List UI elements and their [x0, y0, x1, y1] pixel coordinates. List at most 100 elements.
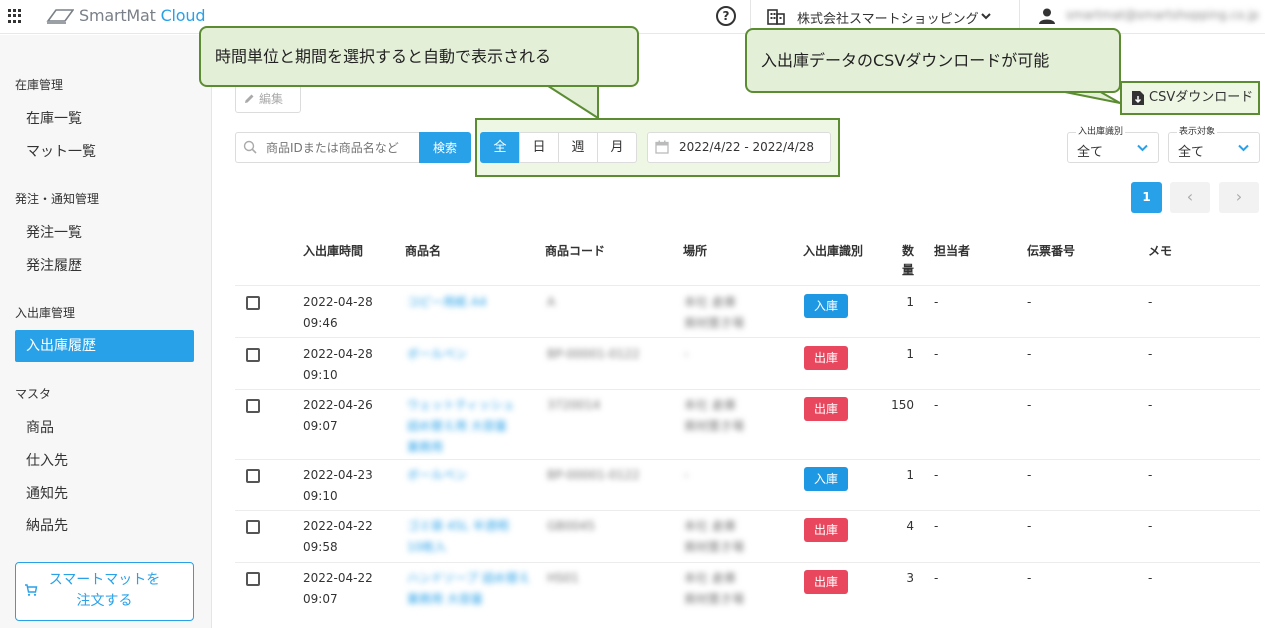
row-product-name[interactable]: コピー用紙 A4: [407, 292, 487, 313]
col-header-qty[interactable]: 数量: [902, 242, 914, 280]
col-header-name[interactable]: 商品名: [405, 242, 441, 259]
row-checkbox[interactable]: [246, 520, 260, 534]
order-button-line2: 注文する: [76, 593, 133, 609]
row-product-name[interactable]: ボールペン: [407, 465, 467, 486]
row-slip: -: [1027, 347, 1032, 361]
csv-download-button[interactable]: CSVダウンロード: [1120, 81, 1260, 115]
table-divider: [235, 510, 1260, 511]
calendar-icon: [655, 140, 669, 154]
row-datetime: 2022-04-28 09:46: [303, 295, 373, 330]
pager-next-button[interactable]: ›: [1219, 182, 1259, 213]
col-header-memo[interactable]: メモ: [1148, 242, 1172, 259]
row-slip: -: [1027, 295, 1032, 309]
row-type-badge: 出庫: [804, 518, 848, 542]
row-place: -: [684, 468, 689, 482]
sidebar-item-products[interactable]: 商品: [26, 417, 54, 437]
user-icon[interactable]: [1038, 7, 1056, 25]
display-target-label: 表示対象: [1177, 126, 1218, 138]
stock-type-label: 入出庫識別: [1076, 126, 1126, 138]
sidebar-item-stock-io-history[interactable]: 入出庫履歴: [15, 330, 194, 362]
search-button[interactable]: 検索: [419, 132, 471, 163]
sidebar-item-notify-targets[interactable]: 通知先: [26, 483, 68, 503]
sidebar-section-inventory: 在庫管理: [15, 78, 64, 92]
sidebar-item-mat-list[interactable]: マット一覧: [26, 141, 96, 161]
row-checkbox[interactable]: [246, 296, 260, 310]
order-smartmat-button[interactable]: スマートマットを 注文する: [15, 562, 194, 621]
company-selector[interactable]: 株式会社スマートショッピング: [797, 8, 979, 27]
edit-button[interactable]: 編集: [235, 85, 301, 113]
pager-page-1[interactable]: 1: [1131, 182, 1162, 213]
row-datetime: 2022-04-22 09:58: [303, 519, 373, 554]
row-memo: -: [1148, 295, 1153, 309]
sidebar-item-inventory-list[interactable]: 在庫一覧: [26, 108, 82, 128]
csv-download-label: CSVダウンロード: [1149, 90, 1254, 105]
row-product-name[interactable]: ハンドソープ 詰め替え 業務用 大容量: [407, 568, 530, 610]
table-divider: [235, 389, 1260, 390]
row-place: 本社 倉庫 資材置き場: [684, 519, 745, 554]
col-header-type[interactable]: 入出庫識別: [803, 242, 863, 259]
order-button-line1: スマートマットを: [48, 572, 161, 588]
pager-prev-button[interactable]: ‹: [1170, 182, 1210, 213]
row-place: 本社 倉庫 資材置き場: [684, 398, 745, 433]
col-header-place[interactable]: 場所: [683, 242, 707, 259]
date-range-picker[interactable]: 2022/4/22 - 2022/4/28: [647, 132, 831, 163]
edit-label: 編集: [259, 92, 284, 106]
row-type-badge: 入庫: [804, 467, 848, 491]
sidebar: 在庫管理 在庫一覧 マット一覧 発注・通知管理 発注一覧 発注履歴 入出庫管理 …: [0, 35, 212, 628]
period-week-button[interactable]: 週: [558, 132, 598, 163]
row-datetime: 2022-04-26 09:07: [303, 398, 373, 433]
col-header-person[interactable]: 担当者: [934, 242, 970, 259]
period-all-button[interactable]: 全: [480, 132, 520, 163]
logo-text[interactable]: SmartMat Cloud: [79, 6, 205, 25]
row-place: 本社 倉庫 資材置き場: [684, 295, 745, 330]
period-day-button[interactable]: 日: [519, 132, 559, 163]
row-qty: 150: [891, 398, 914, 412]
stock-type-value: 全て: [1077, 145, 1104, 160]
stock-type-select[interactable]: 入出庫識別 全て: [1067, 126, 1159, 163]
row-product-name[interactable]: ボールペン: [407, 344, 467, 365]
row-datetime: 2022-04-23 09:10: [303, 468, 373, 503]
row-place: 本社 倉庫 資材置き場: [684, 571, 745, 606]
display-target-select[interactable]: 表示対象 全て: [1168, 126, 1260, 163]
user-email[interactable]: smartmat@smartshopping.co.jp: [1066, 8, 1259, 22]
file-download-icon: [1132, 91, 1144, 105]
pencil-icon: [245, 94, 254, 103]
row-product-name[interactable]: ゴミ袋 45L 半透明 10枚入: [407, 516, 509, 558]
col-header-slip[interactable]: 伝票番号: [1027, 242, 1075, 259]
app-grid-icon[interactable]: [8, 9, 22, 23]
row-checkbox[interactable]: [246, 469, 260, 483]
chevron-down-icon: [1238, 144, 1249, 152]
chevron-down-icon: [1137, 144, 1148, 152]
row-type-badge: 出庫: [804, 346, 848, 370]
row-person: -: [934, 571, 939, 585]
row-product-code: HS01: [547, 571, 579, 585]
row-checkbox[interactable]: [246, 348, 260, 362]
table-divider: [235, 459, 1260, 460]
building-icon: [767, 9, 785, 25]
period-month-button[interactable]: 月: [597, 132, 637, 163]
row-checkbox[interactable]: [246, 399, 260, 413]
search-icon: [243, 140, 257, 154]
row-product-code: BP-00001-0122: [547, 468, 640, 482]
sidebar-item-order-history[interactable]: 発注履歴: [26, 255, 82, 275]
col-header-time[interactable]: 入出庫時間: [303, 242, 363, 259]
sidebar-item-order-list[interactable]: 発注一覧: [26, 222, 82, 242]
search-input[interactable]: [235, 132, 420, 163]
callout-csv-download: 入出庫データのCSVダウンロードが可能: [745, 28, 1121, 93]
row-person: -: [934, 468, 939, 482]
table-divider: [235, 285, 1260, 286]
row-checkbox[interactable]: [246, 572, 260, 586]
row-type-badge: 入庫: [804, 294, 848, 318]
col-header-code[interactable]: 商品コード: [545, 242, 605, 259]
row-qty: 4: [906, 519, 914, 533]
row-memo: -: [1148, 347, 1153, 361]
row-product-name[interactable]: ウェットティッシュ 詰め替え用 大容量 業務用: [407, 395, 514, 458]
sidebar-item-delivery-targets[interactable]: 納品先: [26, 515, 68, 535]
help-icon[interactable]: ?: [716, 6, 736, 26]
row-qty: 1: [906, 468, 914, 482]
row-datetime: 2022-04-22 09:07: [303, 571, 373, 606]
sidebar-item-suppliers[interactable]: 仕入先: [26, 450, 68, 470]
row-slip: -: [1027, 519, 1032, 533]
row-qty: 3: [906, 571, 914, 585]
chevron-down-icon[interactable]: [981, 11, 991, 21]
